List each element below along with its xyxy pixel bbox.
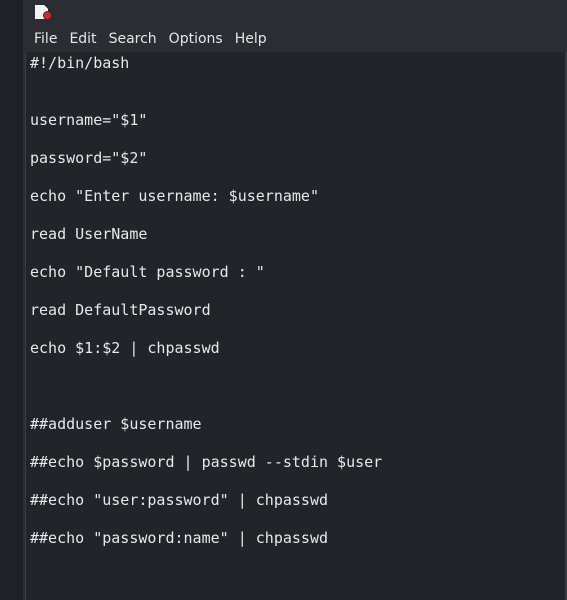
code-line: username="$1" [30, 111, 148, 129]
background-window-strip [0, 0, 23, 600]
text-editor-window: File Edit Search Options Help #!/bin/bas… [23, 0, 567, 600]
code-line: password="$2" [30, 149, 148, 167]
modified-badge-icon [43, 11, 52, 20]
screen: File Edit Search Options Help #!/bin/bas… [0, 0, 567, 600]
code-line: echo "Enter username: $username" [30, 187, 319, 205]
code-line: ##echo "password:name" | chpasswd [30, 529, 329, 547]
menu-help[interactable]: Help [229, 26, 273, 52]
code-line: #!/bin/bash [30, 54, 130, 72]
menu-bar: File Edit Search Options Help [23, 26, 567, 52]
editor-text-area[interactable]: #!/bin/bash username="$1" password="$2" … [25, 52, 567, 600]
code-line: read DefaultPassword [30, 301, 211, 319]
code-line: ##echo "user:password" | chpasswd [30, 491, 329, 509]
code-line: echo $1:$2 | chpasswd [30, 339, 220, 357]
code-line: ##adduser $username [30, 415, 202, 433]
code-line: echo "Default password : " [30, 263, 265, 281]
title-bar [23, 0, 567, 26]
menu-edit[interactable]: Edit [63, 26, 102, 52]
code-line: ##echo $password | passwd --stdin $user [30, 453, 383, 471]
menu-search[interactable]: Search [103, 26, 163, 52]
code-line: read UserName [30, 225, 148, 243]
menu-options[interactable]: Options [163, 26, 229, 52]
menu-file[interactable]: File [28, 26, 63, 52]
